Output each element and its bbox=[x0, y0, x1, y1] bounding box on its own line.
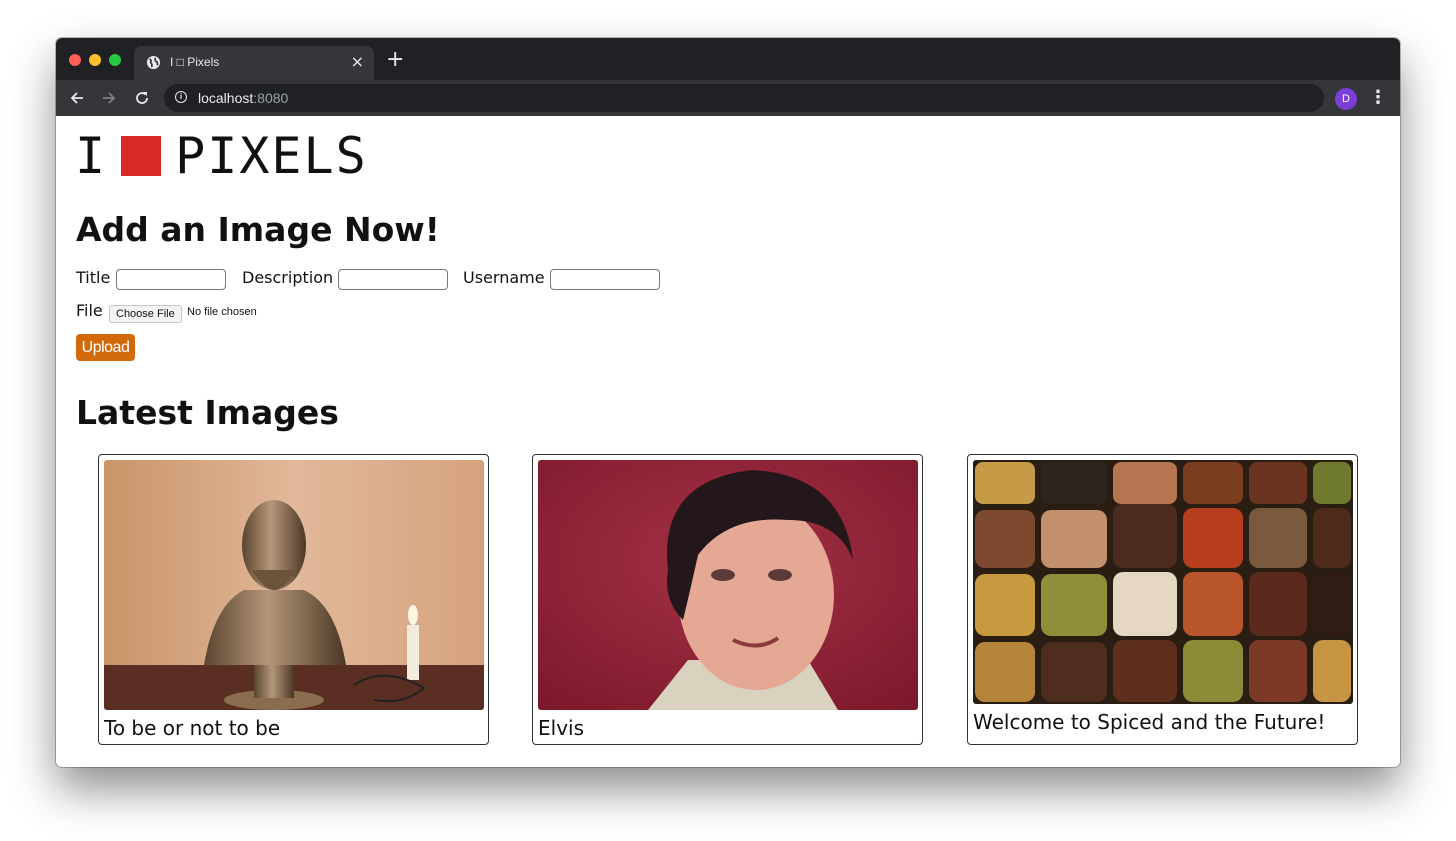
add-image-heading: Add an Image Now! bbox=[76, 210, 440, 249]
description-label: Description bbox=[242, 268, 334, 287]
description-input[interactable] bbox=[338, 269, 448, 290]
close-window-button[interactable] bbox=[69, 54, 81, 66]
browser-toolbar: i localhost:8080 ☆ D ⋮ bbox=[56, 80, 1400, 116]
new-tab-button[interactable]: + bbox=[386, 49, 404, 71]
username-label: Username bbox=[463, 268, 545, 287]
arrow-right-icon bbox=[103, 92, 116, 104]
file-label: File bbox=[76, 301, 103, 320]
image-thumbnail[interactable] bbox=[973, 460, 1353, 704]
image-card[interactable]: To be or not to be bbox=[98, 454, 489, 745]
image-thumbnail[interactable] bbox=[104, 460, 484, 710]
back-button[interactable] bbox=[65, 86, 89, 110]
url-text: localhost:8080 bbox=[198, 90, 288, 106]
tab-strip: I □ Pixels × + bbox=[56, 38, 1400, 80]
upload-button[interactable]: Upload bbox=[76, 334, 135, 361]
image-caption: Welcome to Spiced and the Future! bbox=[973, 710, 1326, 734]
minimize-window-button[interactable] bbox=[89, 54, 101, 66]
logo-left-text: I bbox=[75, 127, 108, 185]
reload-button[interactable] bbox=[130, 86, 154, 110]
latest-images-heading: Latest Images bbox=[76, 393, 339, 432]
image-caption: Elvis bbox=[538, 716, 585, 740]
browser-window: I □ Pixels × + i localhost:8080 ☆ D bbox=[56, 38, 1400, 767]
page-content: I PIXELS Add an Image Now! Title Descript… bbox=[56, 116, 1400, 767]
profile-avatar[interactable]: D bbox=[1335, 88, 1357, 110]
title-input[interactable] bbox=[116, 269, 226, 290]
globe-icon bbox=[146, 55, 161, 70]
info-icon[interactable]: i bbox=[175, 91, 187, 103]
logo-right-text: PIXELS bbox=[175, 127, 368, 185]
tab-title: I □ Pixels bbox=[170, 55, 220, 69]
browser-tab[interactable]: I □ Pixels × bbox=[134, 46, 374, 80]
arrow-left-icon bbox=[70, 92, 83, 104]
title-label: Title bbox=[76, 268, 111, 287]
forward-button[interactable] bbox=[97, 86, 121, 110]
url-port: :8080 bbox=[253, 90, 289, 106]
maximize-window-button[interactable] bbox=[109, 54, 121, 66]
address-bar[interactable]: i localhost:8080 ☆ bbox=[164, 84, 1324, 112]
image-caption: To be or not to be bbox=[104, 716, 281, 740]
image-card[interactable]: Elvis bbox=[532, 454, 923, 745]
url-host: localhost bbox=[198, 90, 254, 106]
image-thumbnail[interactable] bbox=[538, 460, 918, 710]
reload-icon bbox=[136, 92, 148, 104]
tab-close-icon[interactable]: × bbox=[351, 52, 364, 72]
file-status-text: No file chosen bbox=[187, 306, 257, 318]
username-input[interactable] bbox=[550, 269, 660, 290]
choose-file-button[interactable]: Choose File bbox=[109, 305, 182, 323]
site-logo[interactable]: I PIXELS bbox=[75, 131, 368, 181]
kebab-menu-icon[interactable]: ⋮ bbox=[1369, 86, 1387, 110]
image-card[interactable]: Welcome to Spiced and the Future! bbox=[967, 454, 1358, 745]
logo-square-icon bbox=[121, 136, 162, 176]
